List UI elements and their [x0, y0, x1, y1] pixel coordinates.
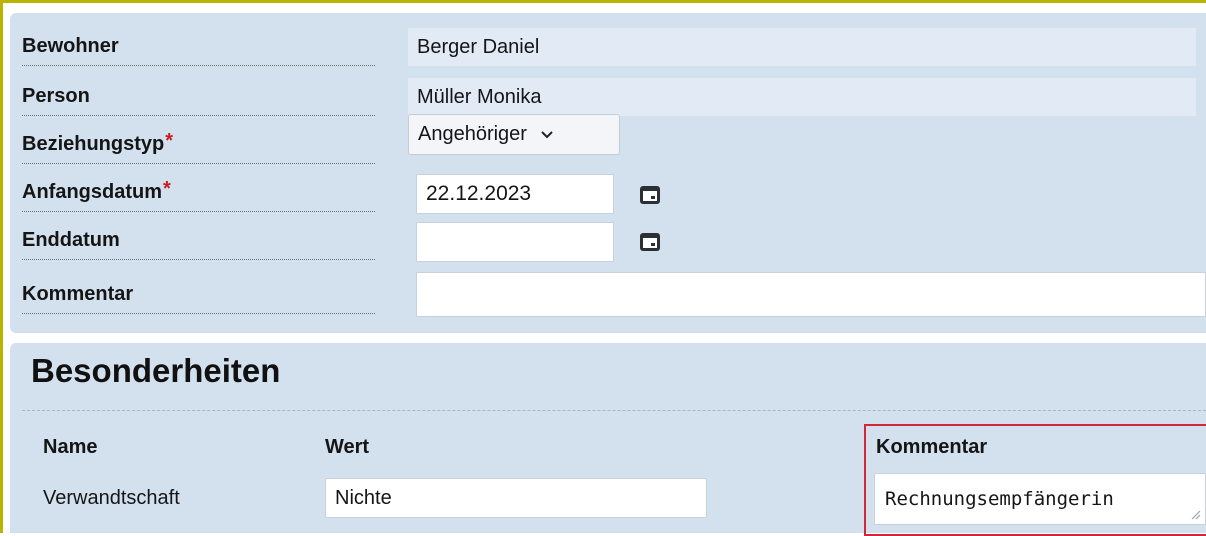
- person-value: Müller Monika: [408, 78, 1196, 116]
- bewohner-label: Bewohner: [22, 28, 375, 66]
- kommentar-textarea-value: Rechnungsempfängerin: [885, 488, 1114, 510]
- column-header-wert: Wert: [325, 436, 370, 458]
- kommentar-input[interactable]: [416, 272, 1206, 317]
- beziehungstyp-label: Beziehungstyp *: [22, 126, 375, 164]
- required-marker: *: [165, 130, 174, 152]
- person-label: Person: [22, 78, 375, 116]
- chevron-down-icon: [541, 130, 553, 138]
- besonderheiten-heading: Besonderheiten: [31, 352, 281, 389]
- beziehungstyp-selected-value: Angehöriger: [418, 123, 527, 145]
- calendar-icon[interactable]: [639, 230, 661, 252]
- required-marker: *: [163, 178, 171, 200]
- kommentar-label: Kommentar: [22, 276, 375, 314]
- column-header-name: Name: [43, 436, 98, 458]
- calendar-icon[interactable]: [639, 183, 661, 205]
- row-name-verwandtschaft: Verwandtschaft: [43, 487, 180, 509]
- enddatum-input[interactable]: [416, 222, 614, 262]
- enddatum-label: Enddatum: [22, 222, 375, 260]
- kommentar-textarea[interactable]: Rechnungsempfängerin: [874, 473, 1206, 525]
- anfangsdatum-label: Anfangsdatum *: [22, 174, 375, 212]
- section-divider: [22, 410, 1206, 411]
- bewohner-value: Berger Daniel: [408, 28, 1196, 66]
- beziehungstyp-select[interactable]: Angehöriger: [408, 114, 620, 155]
- anfangsdatum-input[interactable]: 22.12.2023: [416, 174, 614, 214]
- resize-grip-icon[interactable]: [1189, 508, 1201, 520]
- column-header-kommentar: Kommentar: [876, 436, 988, 458]
- wert-input[interactable]: Nichte: [325, 478, 707, 518]
